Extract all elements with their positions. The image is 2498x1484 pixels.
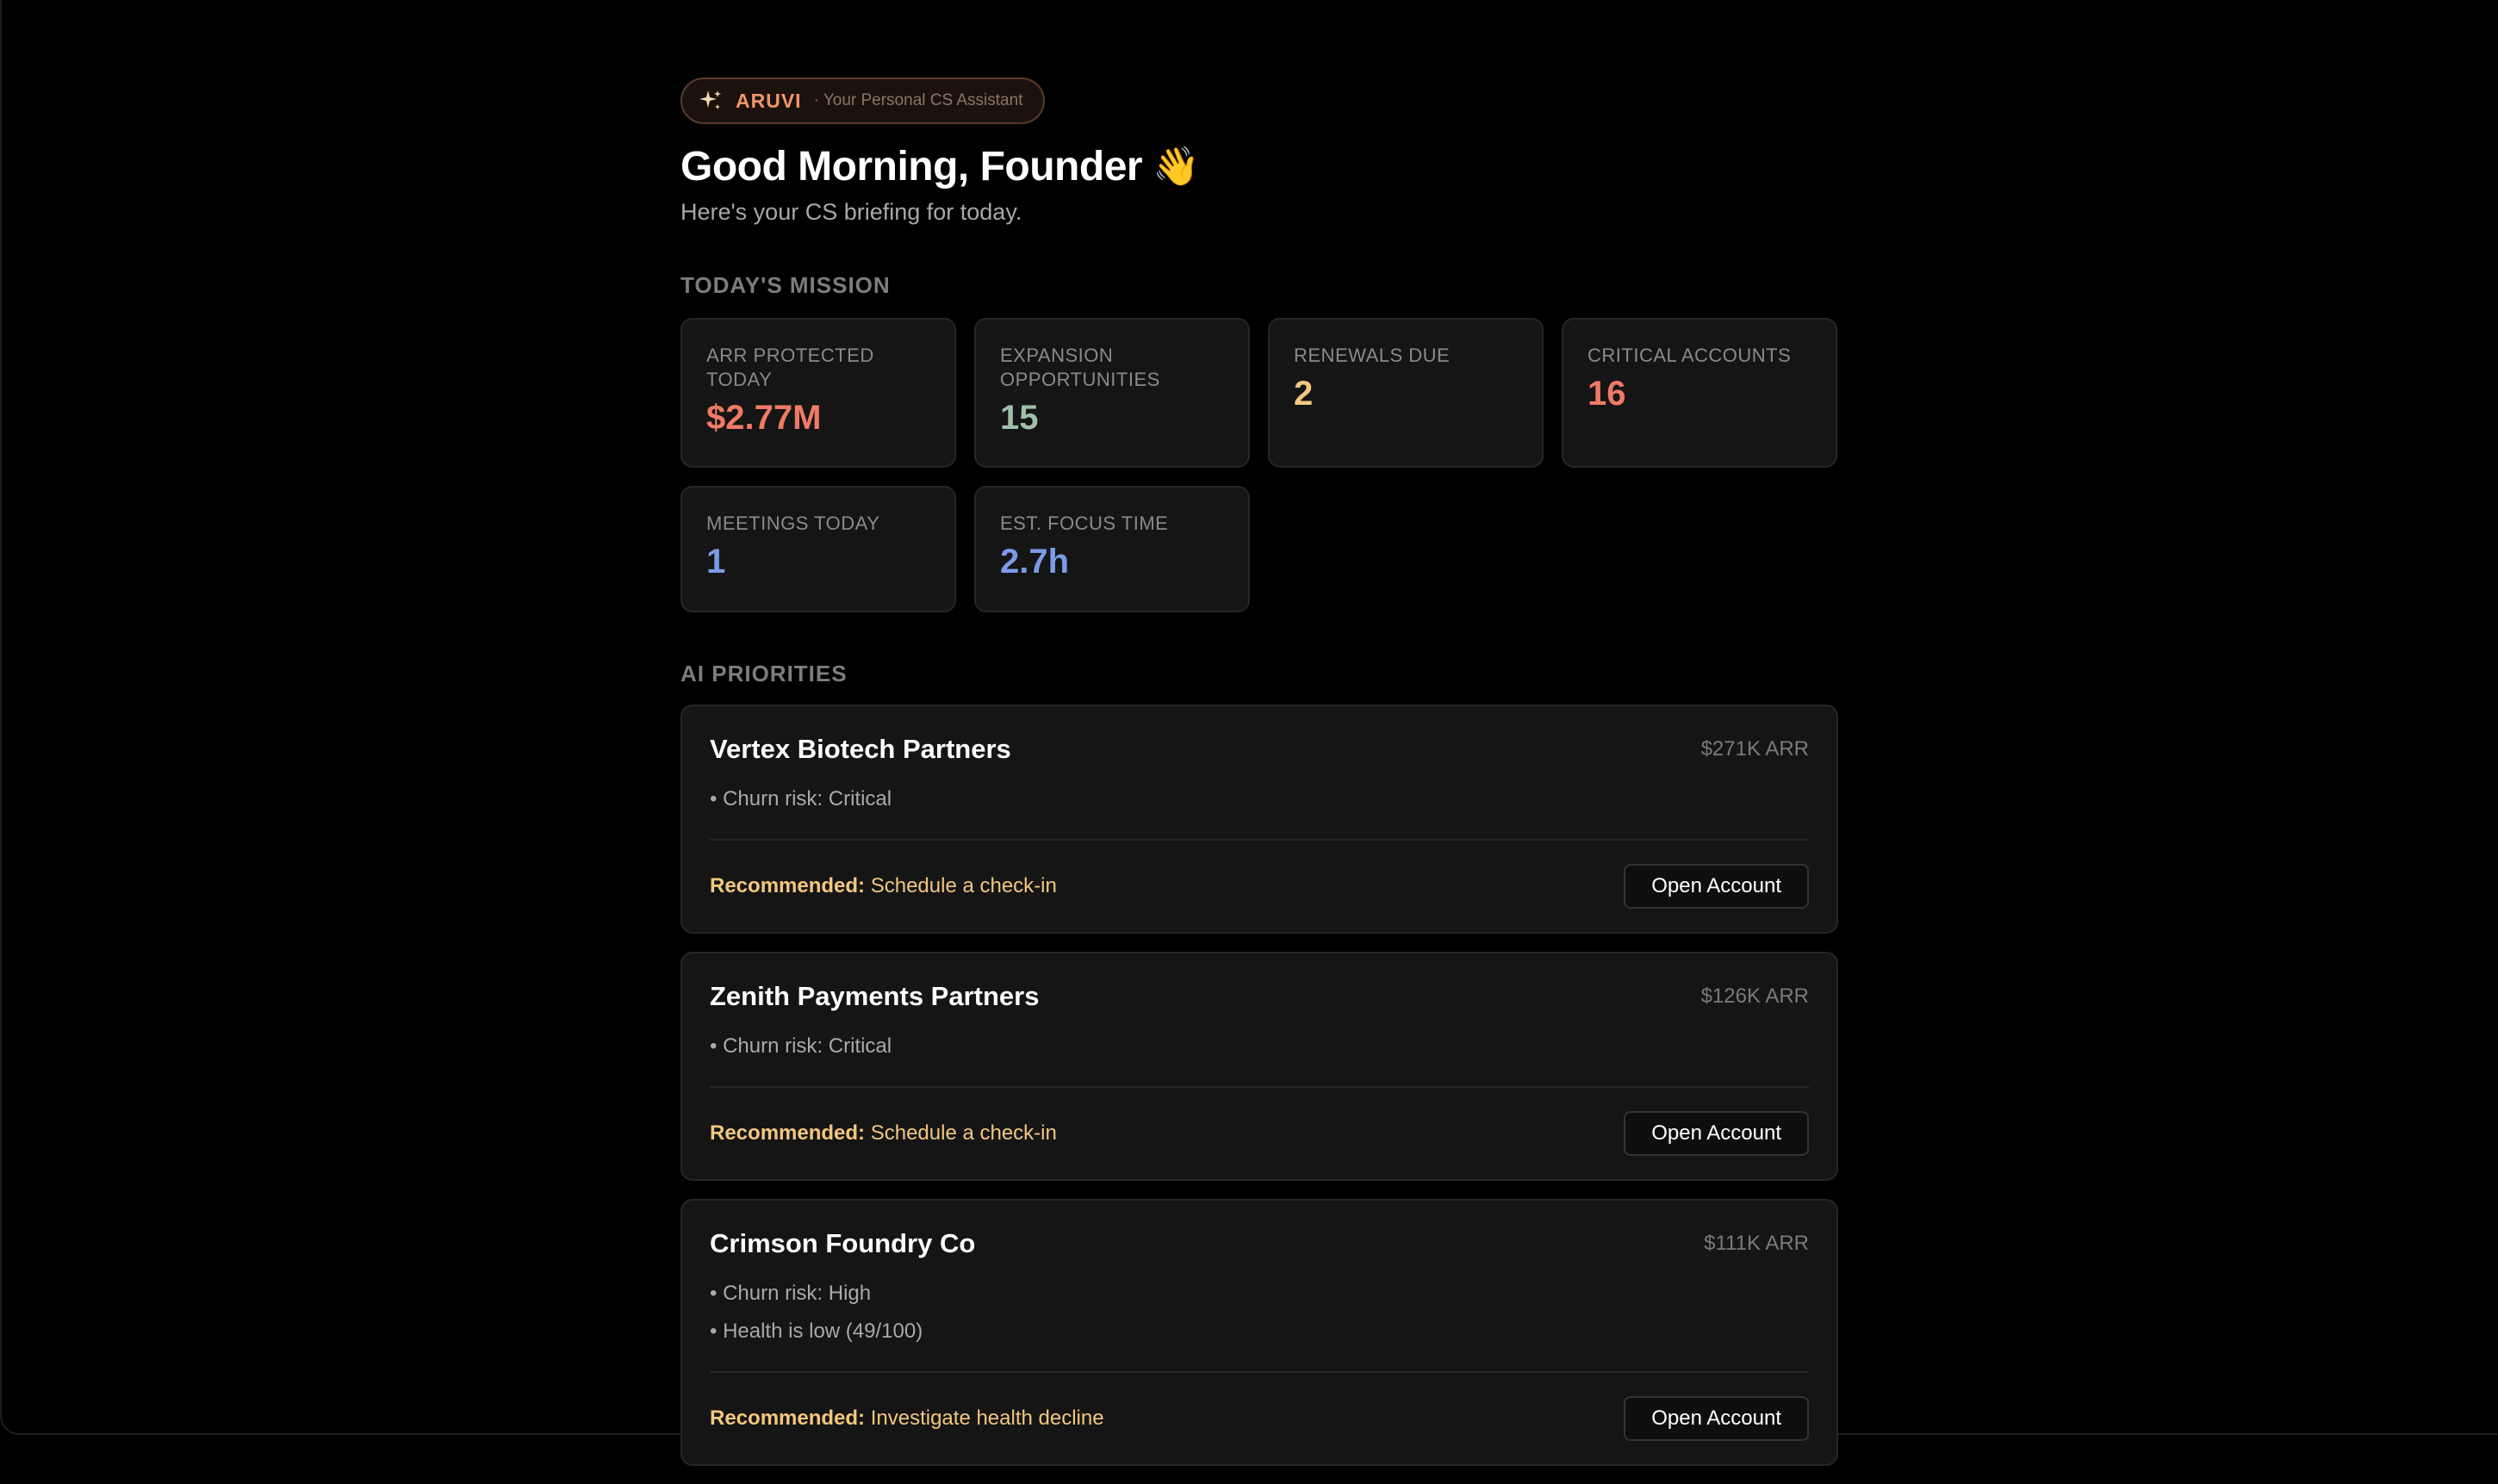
priority-list: Vertex Biotech Partners $271K ARR • Chur… — [680, 705, 1838, 1466]
account-arr: $126K ARR — [1700, 984, 1809, 1008]
priority-reasons: • Churn risk: Critical — [710, 1028, 1809, 1088]
account-name: Zenith Payments Partners — [710, 981, 1040, 1011]
metric-label: ARR PROTECTED TODAY — [706, 345, 874, 390]
recommendation-text: Investigate health decline — [870, 1406, 1104, 1430]
assistant-badge: ARUVI · Your Personal CS Assistant — [680, 78, 1046, 124]
recommendation-text: Schedule a check-in — [870, 1121, 1057, 1145]
page-title: Good Morning, Founder — [680, 144, 1143, 189]
priority-reason: • Health is low (49/100) — [710, 1319, 923, 1343]
account-name: Vertex Biotech Partners — [710, 734, 1011, 764]
account-name: Crimson Foundry Co — [710, 1228, 976, 1258]
app-window: ARUVI · Your Personal CS Assistant Good … — [0, 0, 2498, 1466]
recommendation: Recommended: Schedule a check-in — [710, 874, 1057, 898]
metric-value: 1 — [706, 543, 726, 581]
priority-reason: • Churn risk: Critical — [710, 787, 892, 810]
briefing-content: ARUVI · Your Personal CS Assistant Good … — [680, 78, 1838, 1484]
waving-hand-icon: 👋 — [1153, 145, 1200, 188]
metric-value: 15 — [1000, 399, 1039, 437]
recommendation-text: Schedule a check-in — [870, 874, 1057, 897]
open-account-button[interactable]: Open Account — [1624, 864, 1809, 909]
priorities-section-title: AI PRIORITIES — [680, 661, 848, 686]
page-subtitle: Here's your CS briefing for today. — [680, 199, 1022, 225]
metric-value: 16 — [1588, 375, 1626, 413]
recommendation: Recommended: Investigate health decline — [710, 1406, 1104, 1431]
greeting-row: Good Morning, Founder 👋 — [680, 143, 1838, 190]
priority-reason: • Churn risk: High — [710, 1282, 872, 1305]
recommendation-label: Recommended: — [710, 874, 866, 897]
metric-card-arr-protected: ARR PROTECTED TODAY $2.77M — [680, 318, 956, 468]
metric-label: RENEWALS DUE — [1294, 345, 1451, 366]
priority-card: Vertex Biotech Partners $271K ARR • Chur… — [680, 705, 1838, 934]
sparkles-icon — [698, 88, 724, 114]
metric-card-expansion: EXPANSION OPPORTUNITIES 15 — [974, 318, 1250, 468]
recommendation-label: Recommended: — [710, 1121, 866, 1145]
priority-card: Crimson Foundry Co $111K ARR • Churn ris… — [680, 1199, 1838, 1466]
metric-card-focus-time: EST. FOCUS TIME 2.7h — [974, 486, 1250, 612]
recommendation: Recommended: Schedule a check-in — [710, 1121, 1057, 1146]
mission-metrics: ARR PROTECTED TODAY $2.77M EXPANSION OPP… — [680, 318, 1838, 612]
metric-label: EXPANSION OPPORTUNITIES — [1000, 345, 1160, 390]
metric-label: CRITICAL ACCOUNTS — [1588, 345, 1792, 366]
priority-reasons: • Churn risk: Critical — [710, 780, 1809, 841]
account-arr: $111K ARR — [1704, 1232, 1809, 1255]
open-account-button[interactable]: Open Account — [1624, 1111, 1809, 1156]
metric-card-meetings: MEETINGS TODAY 1 — [680, 486, 956, 612]
open-account-button[interactable]: Open Account — [1624, 1396, 1809, 1441]
account-arr: $271K ARR — [1700, 737, 1809, 761]
priority-card: Zenith Payments Partners $126K ARR • Chu… — [680, 952, 1838, 1181]
recommendation-label: Recommended: — [710, 1406, 866, 1430]
metric-label: MEETINGS TODAY — [706, 512, 880, 534]
priority-reasons: • Churn risk: High • Health is low (49/1… — [710, 1275, 1809, 1373]
metric-value: 2 — [1294, 375, 1314, 413]
metric-value: 2.7h — [1000, 543, 1070, 581]
metric-value: $2.77M — [706, 399, 822, 437]
metric-card-critical: CRITICAL ACCOUNTS 16 — [1562, 318, 1837, 468]
mission-section-title: TODAY'S MISSION — [680, 272, 891, 298]
brand-name: ARUVI — [736, 89, 802, 112]
metric-card-renewals: RENEWALS DUE 2 — [1268, 318, 1544, 468]
brand-tagline: · Your Personal CS Assistant — [813, 91, 1023, 109]
priority-reason: • Churn risk: Critical — [710, 1034, 892, 1058]
metric-label: EST. FOCUS TIME — [1000, 512, 1169, 534]
